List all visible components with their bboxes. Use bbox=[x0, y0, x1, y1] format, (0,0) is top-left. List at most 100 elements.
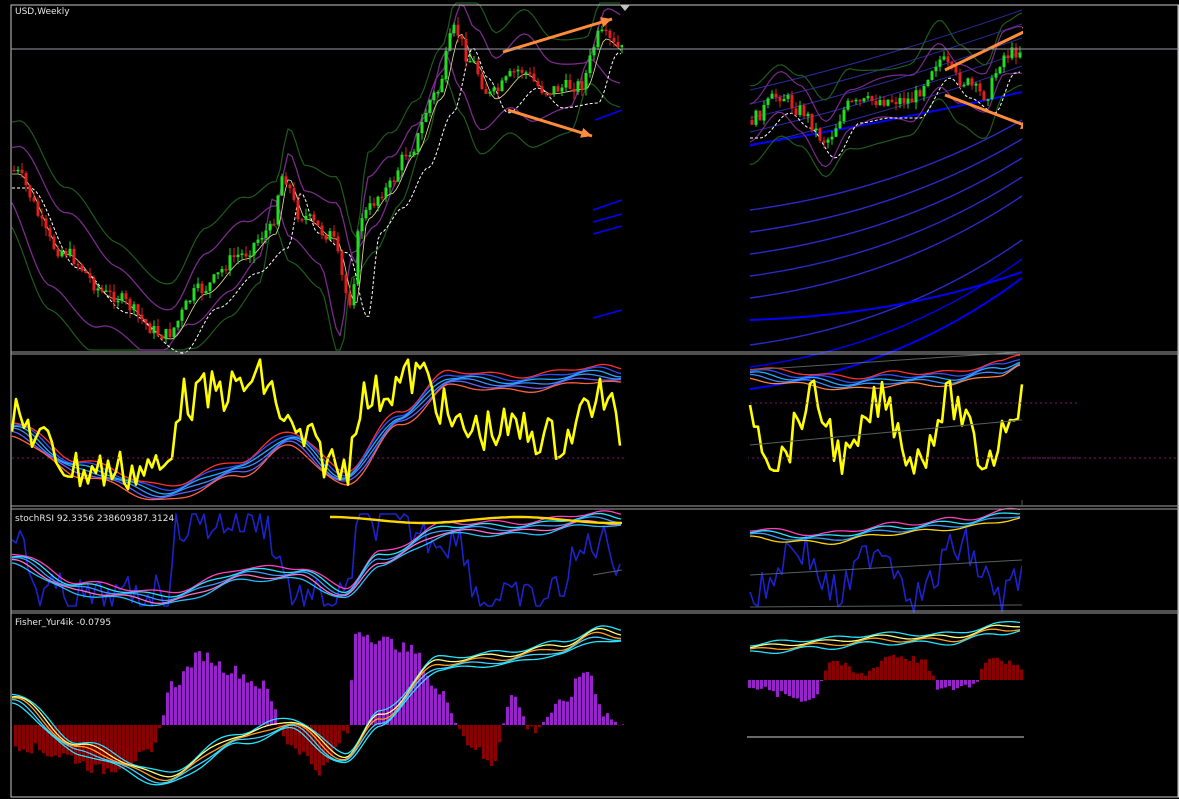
candle-body bbox=[344, 274, 348, 294]
fisher-histogram-bar bbox=[872, 668, 875, 680]
fisher-histogram-bar bbox=[494, 725, 497, 762]
fisher-histogram-bar bbox=[586, 671, 589, 725]
fisher-histogram-bar bbox=[382, 636, 385, 725]
fisher-histogram-bar bbox=[940, 680, 943, 689]
fisher-histogram-bar bbox=[354, 633, 357, 725]
fisher-histogram-bar bbox=[852, 672, 855, 680]
fisher-histogram-bar bbox=[800, 680, 803, 702]
candle-body bbox=[544, 93, 548, 95]
candle-body bbox=[588, 55, 592, 73]
candle-body bbox=[456, 24, 460, 36]
candle-body bbox=[898, 97, 902, 105]
candle-body bbox=[44, 218, 48, 229]
fisher-histogram-bar bbox=[242, 674, 245, 725]
candle-body bbox=[360, 218, 364, 232]
candle-body bbox=[440, 78, 444, 93]
fisher-histogram-bar bbox=[606, 713, 609, 725]
fisher-histogram-bar bbox=[190, 667, 193, 725]
candle-body bbox=[92, 277, 96, 291]
fisher-histogram-bar bbox=[278, 725, 281, 727]
trend-line-grey bbox=[749, 419, 1023, 446]
fisher-histogram-bar bbox=[562, 700, 565, 725]
fisher-histogram-bar bbox=[768, 680, 771, 691]
candle-body bbox=[376, 196, 380, 206]
candle-body bbox=[476, 60, 480, 75]
fisher-histogram-bar bbox=[1000, 660, 1003, 680]
fisher-histogram-bar bbox=[976, 680, 979, 682]
upper-bollinger-band-inner bbox=[11, 4, 621, 311]
fisher-histogram-bar bbox=[816, 680, 819, 695]
fisher-histogram-bar bbox=[14, 725, 17, 747]
candle-body bbox=[468, 60, 472, 63]
fisher-histogram-bar bbox=[402, 642, 405, 725]
candle-body bbox=[548, 93, 552, 95]
stochrsi-label: stochRSI 92.3356 238609387.3124 bbox=[15, 514, 175, 524]
fisher-histogram-bar bbox=[972, 680, 975, 684]
candle-body bbox=[372, 203, 376, 206]
yellow-oscillator-line-right bbox=[748, 379, 1024, 476]
fisher-histogram-bar bbox=[34, 725, 37, 744]
candle-body bbox=[762, 104, 766, 121]
candle-body bbox=[842, 109, 846, 122]
chart-canvas[interactable] bbox=[0, 0, 1179, 799]
fisher-histogram-bar bbox=[538, 725, 541, 728]
candle-body bbox=[914, 90, 918, 103]
candle-body bbox=[572, 88, 576, 92]
fisher-histogram-bar bbox=[486, 725, 489, 761]
fisher-histogram-bar bbox=[350, 680, 353, 725]
fisher-histogram-bar bbox=[466, 725, 469, 746]
candle-body bbox=[504, 76, 508, 81]
candle-body bbox=[292, 188, 296, 200]
fisher-histogram-bar bbox=[346, 725, 349, 734]
fisher-histogram-bar bbox=[210, 662, 213, 725]
fisher-histogram-bar bbox=[450, 713, 453, 725]
candle-body bbox=[830, 136, 834, 140]
candle-body bbox=[492, 87, 496, 92]
candle-body bbox=[794, 108, 798, 115]
candle-body bbox=[604, 29, 608, 32]
candle-body bbox=[60, 250, 64, 257]
fisher-histogram-bar bbox=[836, 661, 839, 680]
candle-body bbox=[120, 293, 124, 301]
candle-body bbox=[252, 242, 256, 256]
candle-body bbox=[264, 230, 268, 238]
candle-body bbox=[212, 274, 216, 283]
fisher-histogram-bar bbox=[218, 661, 221, 725]
candle-body bbox=[424, 112, 428, 123]
candle-body bbox=[616, 41, 620, 48]
projection-line-segment bbox=[594, 109, 623, 121]
projection-fan-line bbox=[749, 176, 1023, 277]
trend-line-grey bbox=[749, 604, 1023, 608]
candle-body bbox=[926, 79, 930, 86]
candle-body bbox=[328, 231, 332, 240]
fisher-histogram-bar bbox=[820, 680, 823, 681]
fisher-histogram-bar bbox=[1004, 664, 1007, 680]
fisher-histogram-bar bbox=[142, 725, 145, 751]
fisher-histogram-bar bbox=[1020, 669, 1023, 680]
projection-line-segment bbox=[592, 213, 623, 223]
candle-body bbox=[144, 319, 148, 324]
fisher-histogram-bar bbox=[526, 725, 529, 730]
candle-body bbox=[890, 99, 894, 102]
fisher-histogram-bar bbox=[258, 688, 261, 725]
fisher-histogram-bar bbox=[968, 680, 971, 688]
candle-body bbox=[88, 273, 92, 278]
fisher-histogram-bar bbox=[510, 695, 513, 725]
candle-body bbox=[412, 151, 416, 156]
candle-body bbox=[380, 196, 384, 199]
candle-body bbox=[798, 105, 802, 115]
right-stochrsi-ribbon-line bbox=[749, 512, 1021, 539]
candle-body bbox=[388, 180, 392, 188]
candle-body bbox=[392, 180, 396, 183]
candle-body bbox=[236, 254, 240, 258]
lower-bollinger-band-outer bbox=[11, 77, 621, 351]
candle-body bbox=[280, 176, 284, 196]
fisher-histogram-bar bbox=[458, 725, 461, 729]
candle-body bbox=[112, 291, 116, 303]
fisher-histogram-bar bbox=[222, 672, 225, 725]
fisher-histogram-bar bbox=[474, 725, 477, 750]
candle-body bbox=[886, 99, 890, 106]
candle-body bbox=[790, 95, 794, 109]
candle-body bbox=[32, 197, 36, 202]
candle-body bbox=[480, 74, 484, 89]
